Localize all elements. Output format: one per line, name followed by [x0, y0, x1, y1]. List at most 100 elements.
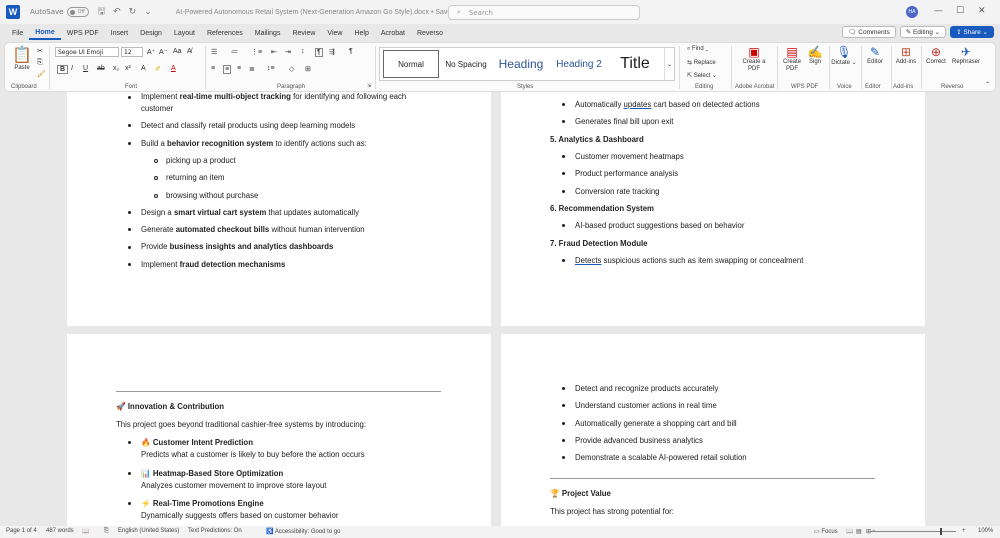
print-layout-icon[interactable]: ▤ [856, 528, 862, 535]
show-formatting-icon[interactable]: ¶ [315, 48, 323, 57]
page-count[interactable]: Page 1 of 4 [6, 528, 37, 534]
font-name-select[interactable]: Segoe UI Emoji [55, 47, 119, 57]
language[interactable]: English (United States) [118, 528, 179, 534]
bold-button[interactable]: B [57, 65, 69, 74]
tab-references[interactable]: References [201, 26, 249, 40]
share-button[interactable]: ⇪ Share ⌄ [950, 26, 994, 38]
editor-button[interactable]: ✎ Editor [863, 45, 887, 65]
font-color-icon[interactable]: A [171, 65, 176, 72]
bullets-icon[interactable]: ☰ [211, 48, 217, 56]
zoom-in-icon[interactable]: + [962, 528, 966, 534]
sort-icon[interactable]: ↕ [301, 48, 305, 55]
avatar[interactable]: HA [906, 6, 918, 18]
paste-button[interactable]: 📋 Paste [11, 45, 33, 71]
close-icon[interactable]: ✕ [978, 6, 986, 16]
change-case-icon[interactable]: Aa [173, 48, 182, 55]
align-left-icon[interactable]: ≡ [211, 65, 215, 72]
shading-icon[interactable]: ◇ [289, 65, 294, 73]
text-effects-icon[interactable]: A [141, 65, 146, 72]
underline-button[interactable]: U [83, 65, 88, 72]
cut-icon[interactable]: ✂ [37, 47, 43, 55]
style-heading-2[interactable]: Heading 2 [552, 50, 606, 78]
zoom-slider[interactable] [870, 531, 956, 532]
more-icon[interactable]: ⌄ [144, 7, 152, 17]
tab-insert[interactable]: Insert [105, 26, 135, 40]
tab-wps-pdf[interactable]: WPS PDF [61, 26, 105, 40]
select-button[interactable]: ⇱ Select ⌄ [687, 72, 717, 79]
copy-icon[interactable]: ⎘ [37, 59, 43, 67]
line-spacing-icon[interactable]: ↕≡ [267, 65, 275, 72]
style-heading[interactable]: Heading [492, 50, 550, 78]
font-size-select[interactable]: 12 [121, 47, 143, 57]
tab-design[interactable]: Design [134, 26, 168, 40]
comment-icon: 🗨 [848, 29, 859, 36]
shrink-font-icon[interactable]: A⁻ [159, 48, 167, 56]
create-pdf-button[interactable]: ▣ Create a PDF [739, 45, 769, 73]
subscript-button[interactable]: x₂ [113, 65, 119, 72]
increase-indent-icon[interactable]: ⇥ [285, 48, 291, 56]
dictate-button[interactable]: 🎙 Dictate ⌄ [831, 45, 857, 66]
italic-button[interactable]: I [71, 65, 73, 72]
sub-list-item: returning an item [166, 173, 225, 182]
tab-home[interactable]: Home [29, 26, 61, 40]
text-predictions[interactable]: Text Predictions: On [188, 528, 242, 534]
tab-review[interactable]: Review [286, 26, 321, 40]
decrease-indent-icon[interactable]: ⇤ [271, 48, 277, 56]
correct-button[interactable]: ⊕ Correct [923, 45, 949, 65]
zoom-level[interactable]: 100% [978, 528, 993, 534]
editing-mode-button[interactable]: ✎ Editing ⌄ [899, 26, 947, 38]
format-painter-icon[interactable]: 🖌 [37, 70, 46, 78]
tab-reverso[interactable]: Reverso [411, 26, 449, 40]
style-title[interactable]: Title [610, 50, 660, 78]
comments-button[interactable]: 🗨 Comments [842, 26, 896, 38]
replace-button[interactable]: ⇆ Replace [687, 59, 716, 66]
document-title[interactable]: AI-Powered Autonomous Retail System (Nex… [176, 9, 455, 16]
grow-font-icon[interactable]: A⁺ [147, 48, 155, 56]
strikethrough-button[interactable]: ab [97, 65, 105, 72]
clear-formatting-icon[interactable]: A̸ [187, 48, 192, 55]
add-ins-button[interactable]: ⊞ Add-ins [893, 45, 919, 65]
tab-mailings[interactable]: Mailings [249, 26, 287, 40]
accessibility-status[interactable]: ♿ Accessibility: Good to go [266, 528, 341, 535]
section-heading: 7. Fraud Detection Module [550, 239, 648, 248]
undo-icon[interactable]: ↶ [113, 7, 121, 17]
superscript-button[interactable]: x² [125, 65, 131, 72]
tab-help[interactable]: Help [348, 26, 374, 40]
read-mode-icon[interactable]: 📖 [846, 528, 853, 535]
style-normal[interactable]: Normal [383, 50, 439, 78]
maximize-icon[interactable]: ☐ [956, 6, 964, 16]
tab-layout[interactable]: Layout [168, 26, 201, 40]
collapse-ribbon-icon[interactable]: ⌃ [985, 81, 990, 88]
styles-more-button[interactable]: ⌄ [664, 48, 674, 80]
paragraph-launcher-icon[interactable]: ⇲ [367, 83, 371, 89]
highlight-icon[interactable]: ✐ [155, 65, 161, 73]
rephraser-button[interactable]: ✈ Rephraser [949, 45, 983, 65]
rtl-icon[interactable]: ¶ [349, 48, 353, 55]
align-right-icon[interactable]: ≡ [237, 65, 241, 72]
multilevel-list-icon[interactable]: ⋮≡ [251, 48, 262, 56]
borders-icon[interactable]: ⊞ [305, 65, 311, 73]
ltr-icon[interactable]: ⇶ [329, 48, 335, 56]
word-count[interactable]: 487 words [46, 528, 74, 534]
wps-create-pdf-button[interactable]: ▤ Create PDF [781, 45, 803, 73]
autosave-toggle[interactable]: Off [67, 7, 90, 17]
tab-file[interactable]: File [6, 26, 29, 40]
justify-icon[interactable]: ≣ [249, 65, 255, 73]
list-item: Build a behavior recognition system to i… [141, 139, 367, 148]
focus-button[interactable]: ▭ Focus [814, 528, 838, 535]
list-item: Automatically generate a shopping cart a… [575, 419, 737, 428]
redo-icon[interactable]: ↻ [129, 7, 137, 17]
proofing-icon[interactable]: 📖 [82, 528, 89, 535]
search-input[interactable]: ⌕ Search [448, 5, 640, 20]
style-no-spacing[interactable]: No Spacing [442, 50, 490, 78]
section-heading: 5. Analytics & Dashboard [550, 135, 644, 144]
find-button[interactable]: ⌕ Find ⌄ [687, 46, 708, 53]
zoom-slider-thumb[interactable] [940, 528, 942, 535]
tab-acrobat[interactable]: Acrobat [375, 26, 411, 40]
tab-view[interactable]: View [321, 26, 348, 40]
save-icon[interactable]: 🖫 [97, 4, 105, 20]
minimize-icon[interactable]: — [934, 6, 943, 16]
align-center-icon[interactable]: ≡ [223, 65, 232, 74]
numbering-icon[interactable]: ≔ [231, 48, 238, 56]
sign-button[interactable]: ✍ Sign [805, 45, 825, 65]
